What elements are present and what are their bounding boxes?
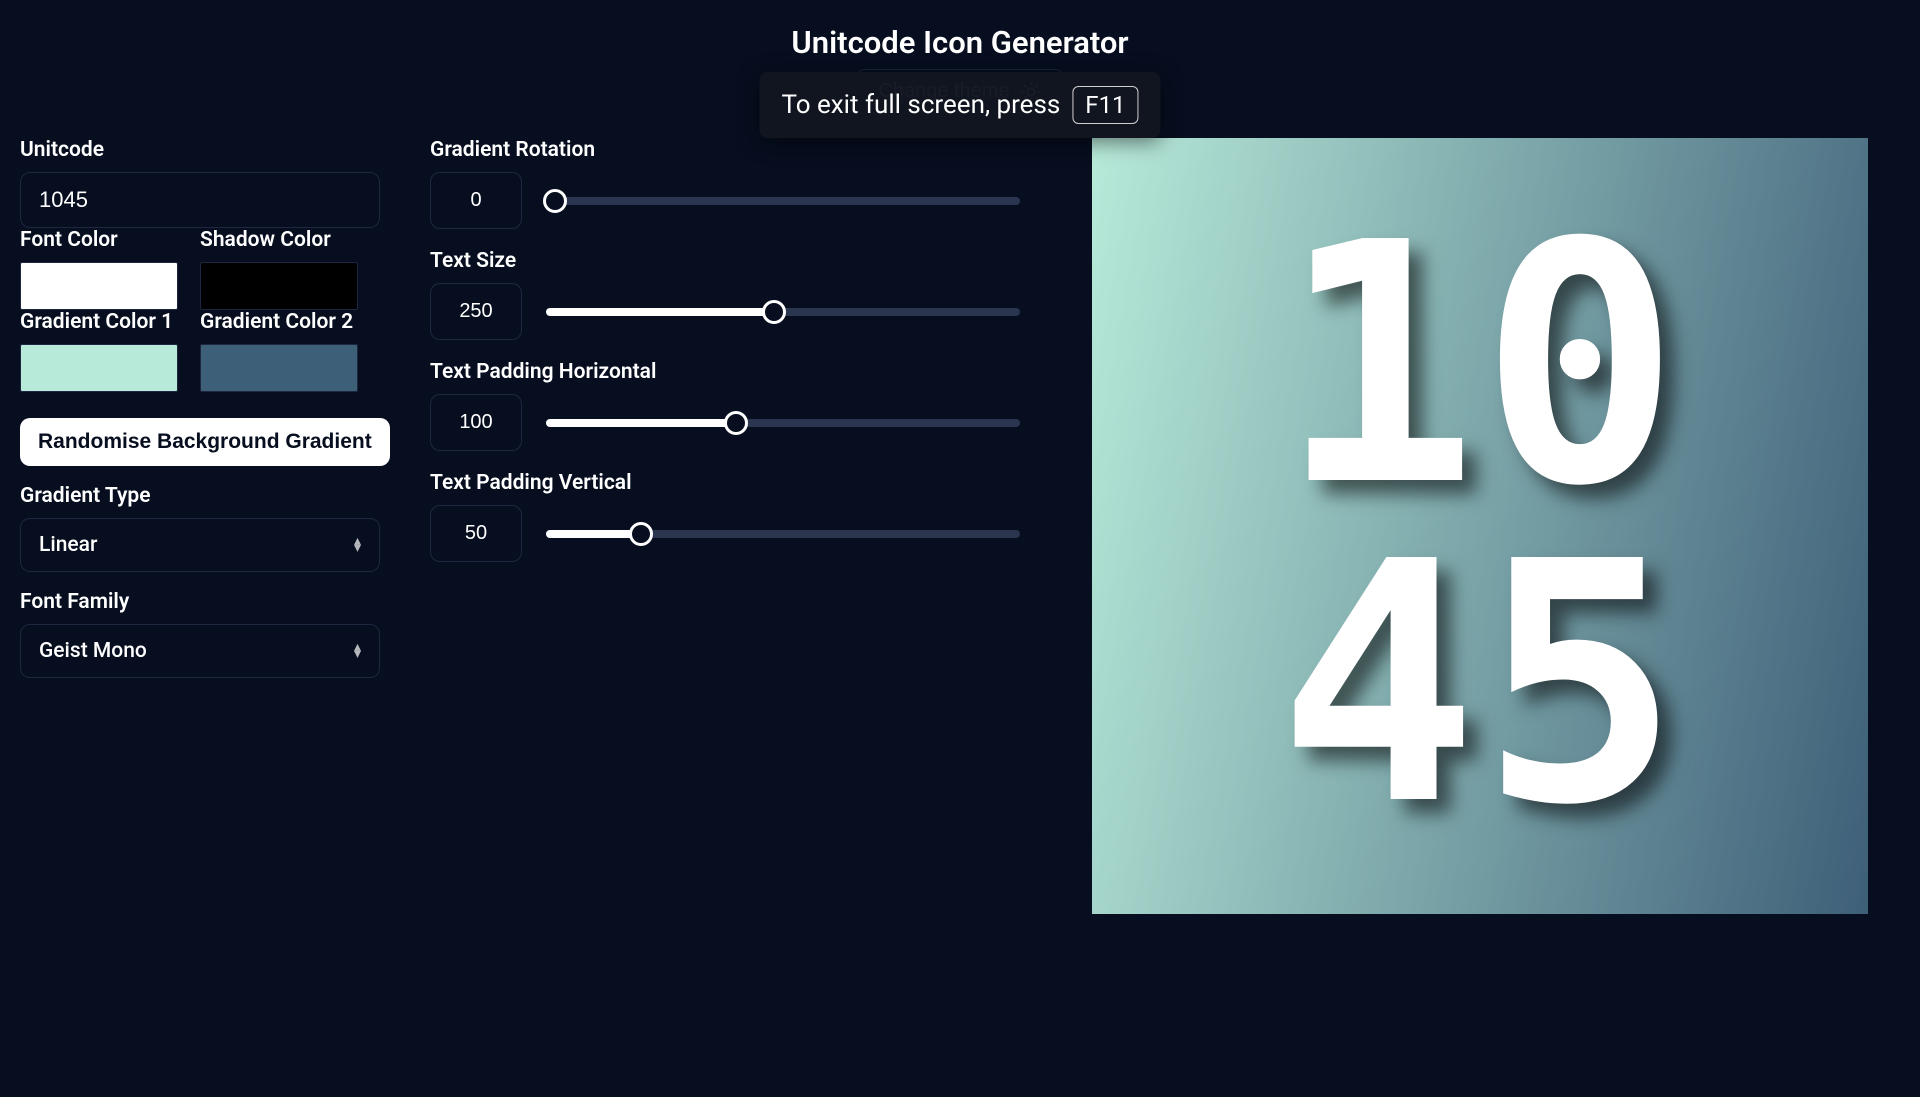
gradient-type-value: Linear: [39, 533, 97, 557]
chevron-up-down-icon: ▴▾: [354, 538, 361, 552]
slider-thumb[interactable]: [543, 189, 567, 213]
shadow-color-label: Shadow Color: [200, 228, 358, 252]
text-size-input[interactable]: [430, 283, 522, 340]
unitcode-label: Unitcode: [20, 138, 390, 162]
chevron-up-down-icon: ▴▾: [354, 644, 361, 658]
preview-line-2: 45: [1278, 526, 1682, 845]
slider-thumb[interactable]: [629, 522, 653, 546]
text-size-slider[interactable]: [546, 308, 1020, 316]
font-family-value: Geist Mono: [39, 639, 147, 663]
text-padding-vertical-slider[interactable]: [546, 530, 1020, 538]
gradient-color-2-label: Gradient Color 2: [200, 310, 358, 334]
text-padding-horizontal-input[interactable]: [430, 394, 522, 451]
unitcode-input[interactable]: [20, 172, 380, 228]
text-padding-horizontal-slider[interactable]: [546, 419, 1020, 427]
gradient-color-1-swatch[interactable]: [20, 344, 178, 392]
page-title: Unitcode Icon Generator: [20, 24, 1900, 61]
gradient-color-2-swatch[interactable]: [200, 344, 358, 392]
fullscreen-exit-text: To exit full screen, press: [781, 90, 1060, 120]
text-size-label: Text Size: [430, 249, 1020, 273]
slider-thumb[interactable]: [762, 300, 786, 324]
font-family-select[interactable]: Geist Mono ▴▾: [20, 624, 380, 678]
font-color-label: Font Color: [20, 228, 178, 252]
gradient-rotation-input[interactable]: [430, 172, 522, 229]
randomise-gradient-button[interactable]: Randomise Background Gradient: [20, 418, 390, 466]
text-padding-vertical-label: Text Padding Vertical: [430, 471, 1020, 495]
gradient-type-select[interactable]: Linear ▴▾: [20, 518, 380, 572]
fullscreen-exit-hint: To exit full screen, press F11: [759, 72, 1160, 138]
font-color-swatch[interactable]: [20, 262, 178, 310]
shadow-color-swatch[interactable]: [200, 262, 358, 310]
gradient-rotation-slider[interactable]: [546, 197, 1020, 205]
keycap-f11: F11: [1072, 86, 1138, 124]
gradient-rotation-label: Gradient Rotation: [430, 138, 1020, 162]
text-padding-horizontal-label: Text Padding Horizontal: [430, 360, 1020, 384]
icon-preview-text: 10 45: [1278, 207, 1682, 844]
font-family-label: Font Family: [20, 590, 390, 614]
gradient-type-label: Gradient Type: [20, 484, 390, 508]
slider-thumb[interactable]: [724, 411, 748, 435]
icon-preview: 10 45: [1092, 138, 1868, 914]
text-padding-vertical-input[interactable]: [430, 505, 522, 562]
gradient-color-1-label: Gradient Color 1: [20, 310, 178, 334]
preview-line-1: 10: [1278, 207, 1682, 526]
